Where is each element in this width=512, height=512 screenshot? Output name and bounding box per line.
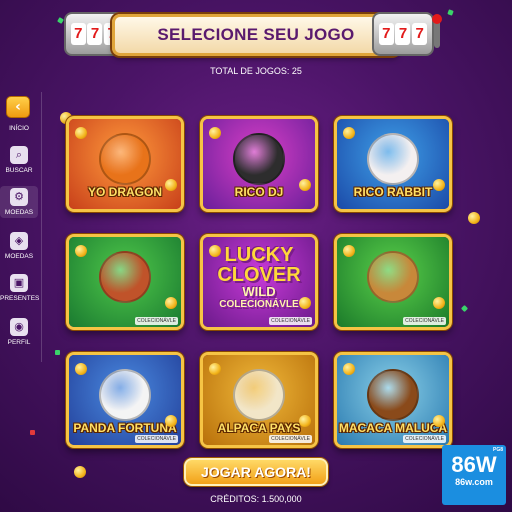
lever-icon: [434, 20, 440, 48]
coin: [433, 415, 445, 427]
confetti: [30, 430, 35, 435]
coin: [75, 363, 87, 375]
game-mascot-icon: [367, 251, 419, 303]
lever-knob-icon: [432, 14, 442, 24]
coin: [299, 297, 311, 309]
coin: [209, 245, 221, 257]
coin: [165, 297, 177, 309]
sidebar-item-perfil[interactable]: ◉ PERFIL: [0, 318, 38, 346]
watermark-small: 86w.com: [455, 477, 493, 487]
coin: [299, 179, 311, 191]
game-mascot-icon: [367, 369, 419, 421]
sidebar-item-presentes[interactable]: ▣ PRESENTES: [0, 274, 40, 302]
sidebar-item-label: PRESENTES: [0, 295, 40, 302]
game-title: YO DRAGON: [87, 185, 162, 199]
game-card[interactable]: PANDA FORTUNA COLECIONÁVLE: [66, 352, 184, 448]
coin: [75, 127, 87, 139]
coins-tag-icon: ◈: [10, 232, 28, 250]
game-card[interactable]: ALPACA PAYS COLECIONÁVLE: [200, 352, 318, 448]
collectible-badge: COLECIONÁVLE: [269, 435, 312, 443]
sidebar-item-label: INÍCIO: [9, 125, 29, 132]
coin: [468, 212, 480, 224]
game-mascot-icon: [99, 133, 151, 185]
coin: [299, 415, 311, 427]
chevron-left-icon: ‹: [15, 99, 21, 115]
sidebar-item-label: PERFIL: [7, 339, 31, 346]
coin: [209, 127, 221, 139]
slot-digit: 7: [395, 23, 411, 45]
game-logo-line: CLOVER: [217, 264, 301, 286]
coin: [74, 466, 86, 478]
game-card[interactable]: COLECIONÁVLE: [66, 234, 184, 330]
sidebar-item-label: MOEDAS: [4, 209, 34, 216]
coin: [165, 415, 177, 427]
confetti: [460, 304, 469, 313]
sidebar-item-moedas[interactable]: ⚙ MOEDAS: [0, 186, 38, 218]
game-title: RICO RABBIT: [353, 185, 433, 199]
collectible-badge: COLECIONÁVLE: [135, 317, 178, 325]
game-card[interactable]: MACACA MALUCA COLECIONÁVLE: [334, 352, 452, 448]
coin: [343, 127, 355, 139]
back-button[interactable]: ‹: [6, 96, 30, 118]
coin: [433, 297, 445, 309]
page-title-banner: SELECIONE SEU JOGO: [112, 14, 400, 56]
game-title: ALPACA PAYS: [217, 421, 301, 435]
sidebar-item-inicio[interactable]: INÍCIO: [0, 122, 38, 132]
coin: [209, 363, 221, 375]
game-mascot-icon: [99, 251, 151, 303]
game-mascot-icon: [367, 133, 419, 185]
game-logo-subline: WILD: [242, 284, 276, 299]
coin: [75, 245, 87, 257]
total-games-label: TOTAL DE JOGOS: 25: [210, 66, 302, 76]
profile-icon: ◉: [10, 318, 28, 336]
coin: [165, 179, 177, 191]
confetti: [57, 17, 64, 24]
coins-gear-icon: ⚙: [10, 188, 28, 206]
sidebar-item-moedas-tag[interactable]: ◈ MOEDAS: [0, 232, 38, 260]
slot-machine-icon: 7 7 7: [372, 12, 442, 56]
search-icon: ⌕: [10, 146, 28, 164]
game-mascot-icon: [99, 369, 151, 421]
coin: [343, 245, 355, 257]
game-mascot-icon: [233, 133, 285, 185]
game-logo-subline: COLECIONÁVLE: [219, 299, 299, 310]
sidebar-item-label: BUSCAR: [5, 167, 33, 174]
coin: [343, 363, 355, 375]
page-title: SELECIONE SEU JOGO: [157, 25, 355, 44]
sidebar-item-label: MOEDAS: [4, 253, 34, 260]
confetti: [55, 350, 60, 355]
game-card[interactable]: LUCKY CLOVER WILD COLECIONÁVLE COLECIONÁVLE: [200, 234, 318, 330]
slot-digit: 7: [70, 23, 86, 45]
confetti: [447, 9, 454, 16]
slot-digit: 7: [378, 23, 394, 45]
game-title: PANDA FORTUNA: [73, 421, 177, 435]
coin: [433, 179, 445, 191]
sidebar-item-buscar[interactable]: ⌕ BUSCAR: [0, 146, 38, 174]
collectible-badge: COLECIONÁVLE: [403, 317, 446, 325]
game-card[interactable]: COLECIONÁVLE: [334, 234, 452, 330]
collectible-badge: COLECIONÁVLE: [269, 317, 312, 325]
watermark-logo: PG8 86W 86w.com: [442, 445, 506, 505]
play-now-button[interactable]: JOGAR AGORA!: [184, 458, 328, 486]
watermark-big: 86W: [451, 452, 497, 477]
collectible-badge: COLECIONÁVLE: [403, 435, 446, 443]
gift-icon: ▣: [10, 274, 28, 292]
game-card[interactable]: RICO DJ: [200, 116, 318, 212]
collectible-badge: COLECIONÁVLE: [135, 435, 178, 443]
slot-digit: 7: [412, 23, 428, 45]
game-title: MACACA MALUCA: [338, 421, 448, 435]
slot-digit: 7: [87, 23, 103, 45]
play-now-label: JOGAR AGORA!: [201, 464, 311, 480]
game-card[interactable]: RICO RABBIT: [334, 116, 452, 212]
game-title: RICO DJ: [234, 185, 284, 199]
credits-label: CRÉDITOS: 1.500,000: [210, 494, 302, 504]
sidebar-divider: [41, 92, 42, 362]
game-mascot-icon: [233, 369, 285, 421]
game-card[interactable]: YO DRAGON: [66, 116, 184, 212]
